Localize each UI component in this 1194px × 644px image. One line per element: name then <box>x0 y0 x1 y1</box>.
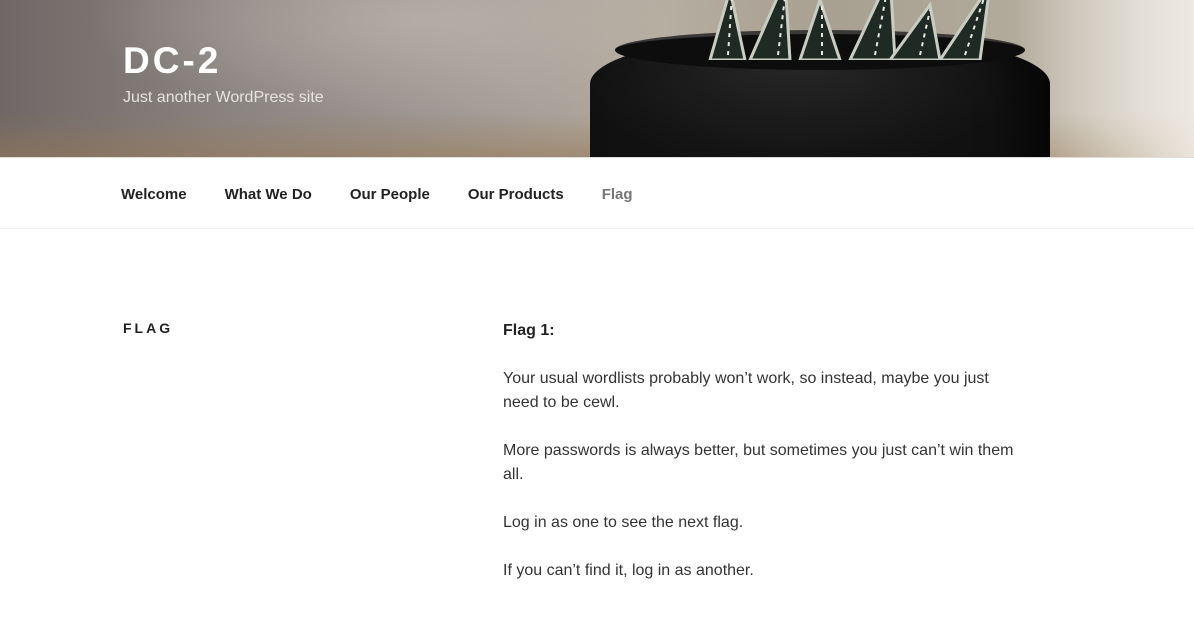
nav-item-our-products[interactable]: Our Products <box>468 186 564 203</box>
content-paragraph: More passwords is always better, but som… <box>503 442 1014 483</box>
content-paragraph: If you can’t find it, log in as another. <box>503 562 754 579</box>
nav-item-welcome[interactable]: Welcome <box>121 186 187 203</box>
content-paragraph: Your usual wordlists probably won’t work… <box>503 370 989 411</box>
flag-heading: Flag 1: <box>503 322 555 339</box>
site-description: Just another WordPress site <box>123 89 324 106</box>
nav-item-flag[interactable]: Flag <box>602 186 633 203</box>
site-header: DC-2 Just another WordPress site <box>0 0 1194 157</box>
page-content: Flag 1: Your usual wordlists probably wo… <box>503 319 1023 607</box>
header-image-succulent-leaves <box>708 0 990 60</box>
main-navigation: Welcome What We Do Our People Our Produc… <box>0 157 1194 229</box>
page-title: Flag <box>123 320 174 336</box>
content-paragraph: Log in as one to see the next flag. <box>503 514 744 531</box>
nav-menu: Welcome What We Do Our People Our Produc… <box>121 186 671 203</box>
site-title-link[interactable]: DC-2 <box>123 40 221 82</box>
nav-item-our-people[interactable]: Our People <box>350 186 430 203</box>
nav-item-what-we-do[interactable]: What We Do <box>225 186 312 203</box>
